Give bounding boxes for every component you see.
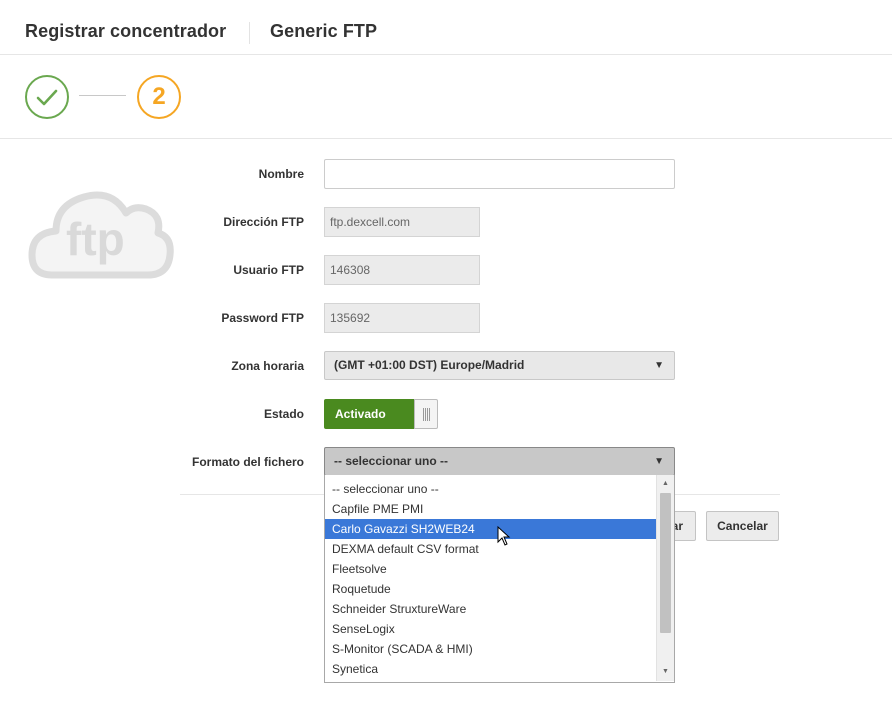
- direccion-ftp-label: Dirección FTP: [223, 215, 304, 229]
- toggle-on-label: Activado: [324, 399, 414, 429]
- step-2-active: 2: [137, 75, 181, 119]
- mouse-cursor-icon: [497, 526, 511, 546]
- cancel-button[interactable]: Cancelar: [706, 511, 779, 541]
- usuario-ftp-label: Usuario FTP: [233, 263, 304, 277]
- header-divider: [249, 22, 250, 44]
- dropdown-option[interactable]: Synetica: [325, 659, 656, 679]
- formato-select[interactable]: -- seleccionar uno -- ▼: [324, 447, 675, 476]
- chevron-down-icon: ▼: [654, 456, 664, 467]
- nombre-input[interactable]: [324, 159, 675, 189]
- dropdown-option[interactable]: DEXMA default CSV format: [325, 539, 656, 559]
- toggle-handle[interactable]: [414, 399, 438, 429]
- direccion-ftp-field: ftp.dexcell.com: [324, 207, 480, 237]
- dropdown-option[interactable]: Roquetude: [325, 579, 656, 599]
- dropdown-option[interactable]: Fleetsolve: [325, 559, 656, 579]
- grip-icon: [423, 408, 430, 421]
- zona-horaria-value: (GMT +01:00 DST) Europe/Madrid: [334, 358, 525, 372]
- dropdown-option-highlighted[interactable]: Carlo Gavazzi SH2WEB24: [325, 519, 656, 539]
- page-header: Registrar concentrador Generic FTP: [0, 0, 892, 55]
- dropdown-option[interactable]: S-Monitor (SCADA & HMI): [325, 639, 656, 659]
- zona-horaria-label: Zona horaria: [231, 359, 304, 373]
- ftp-cloud-logo: ftp: [22, 165, 180, 303]
- formato-label: Formato del fichero: [191, 455, 304, 469]
- password-ftp-label: Password FTP: [221, 311, 304, 325]
- estado-label: Estado: [263, 407, 304, 421]
- zona-horaria-select[interactable]: (GMT +01:00 DST) Europe/Madrid ▼: [324, 351, 675, 380]
- scroll-up-arrow-icon[interactable]: ▲: [657, 477, 674, 491]
- dropdown-scrollbar[interactable]: ▲ ▼: [656, 475, 674, 681]
- formato-value: -- seleccionar uno --: [334, 454, 449, 468]
- formato-dropdown-list[interactable]: -- seleccionar uno -- Capfile PME PMI Ca…: [324, 475, 675, 683]
- step-1-completed: [25, 75, 69, 119]
- dropdown-option[interactable]: Capfile PME PMI: [325, 499, 656, 519]
- page-subtitle: Generic FTP: [270, 21, 378, 41]
- wizard-stepper: 2: [0, 55, 892, 139]
- scrollbar-thumb[interactable]: [660, 493, 671, 633]
- usuario-ftp-field: 146308: [324, 255, 480, 285]
- dropdown-option[interactable]: -- seleccionar uno --: [325, 479, 656, 499]
- estado-toggle[interactable]: Activado: [324, 399, 438, 429]
- password-ftp-field: 135692: [324, 303, 480, 333]
- step-connector: [79, 95, 126, 96]
- check-icon: [36, 89, 58, 106]
- page-title: Registrar concentrador: [25, 21, 227, 41]
- chevron-down-icon: ▼: [654, 360, 664, 371]
- scroll-down-arrow-icon[interactable]: ▼: [657, 665, 674, 679]
- dropdown-option[interactable]: Schneider StruxtureWare: [325, 599, 656, 619]
- nombre-label: Nombre: [258, 167, 304, 181]
- dropdown-option[interactable]: SenseLogix: [325, 619, 656, 639]
